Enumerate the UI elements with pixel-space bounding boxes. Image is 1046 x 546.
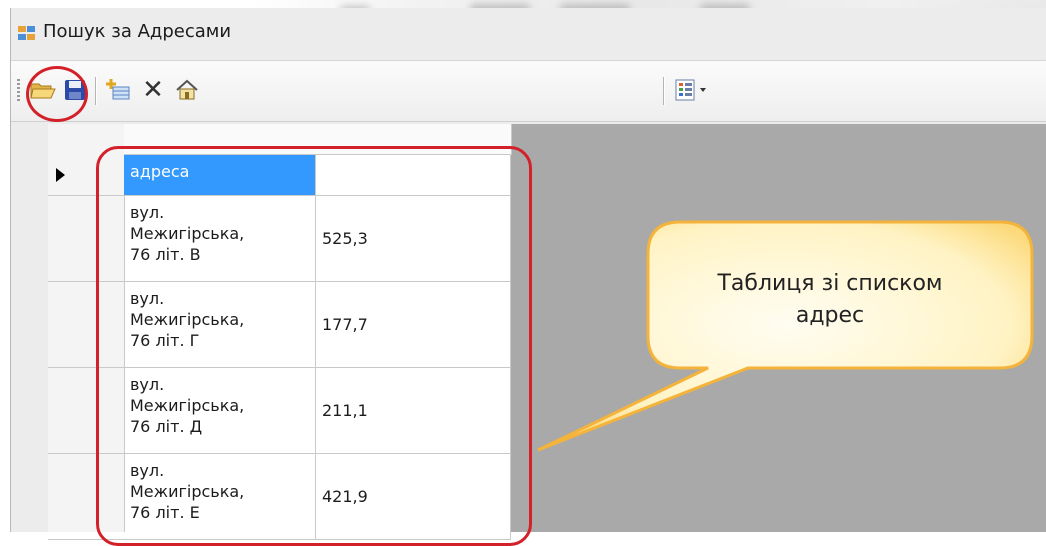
callout-bubble (537, 220, 1034, 452)
add-button[interactable] (103, 75, 135, 105)
delete-button[interactable]: ✕ (137, 75, 169, 105)
toolbar-separator (95, 77, 96, 105)
callout-line: адрес (795, 303, 865, 328)
home-button[interactable] (171, 75, 203, 105)
current-row-indicator (56, 168, 65, 182)
callout-line: Таблиця зі списком (717, 271, 943, 296)
toolbar-separator (663, 77, 664, 105)
toolbar: ✕ (11, 60, 1046, 122)
home-icon (176, 79, 198, 100)
app-window-icon (18, 26, 35, 40)
view-options-dropdown[interactable] (671, 75, 715, 105)
add-item-icon (106, 79, 130, 100)
highlight-circle (26, 66, 88, 122)
title-bar: Пошук за Адресами (11, 8, 1046, 58)
view-options-icon (675, 79, 706, 101)
window-title: Пошук за Адресами (43, 21, 232, 42)
highlight-rectangle (96, 146, 532, 546)
toolbar-grip[interactable] (17, 79, 20, 103)
callout-label: Таблиця зі списком адрес (640, 268, 1020, 332)
delete-icon: ✕ (142, 75, 164, 105)
